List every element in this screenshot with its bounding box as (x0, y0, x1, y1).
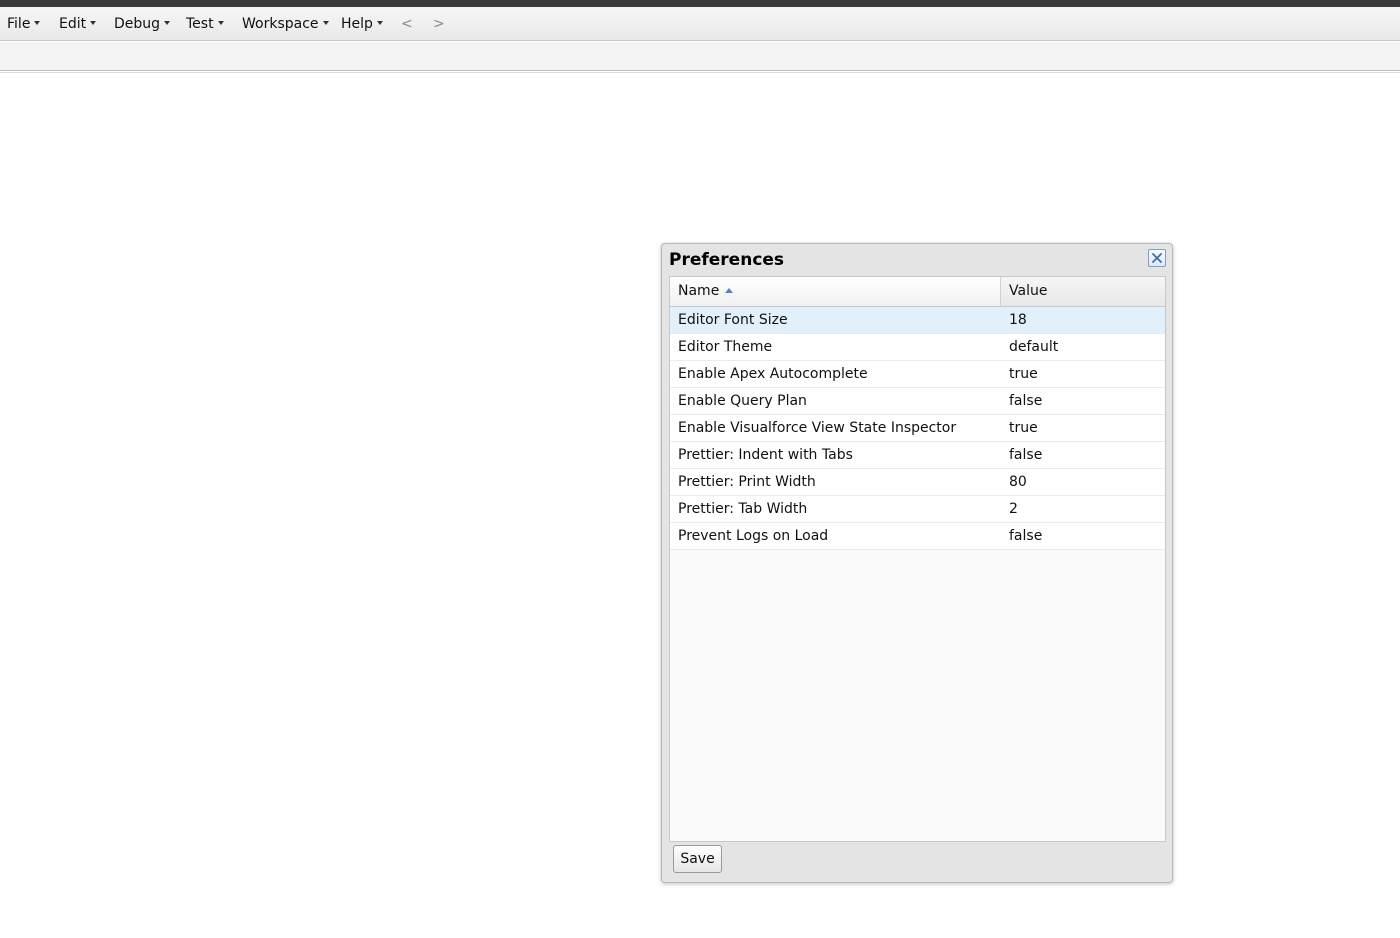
grid-header: Name Value (670, 277, 1165, 307)
menu-test-label: Test (186, 16, 214, 32)
row-value-cell[interactable]: 18 (1001, 307, 1165, 333)
forward-button[interactable]: > (433, 15, 445, 33)
caret-down-icon (217, 21, 224, 25)
menu-file-label: File (7, 16, 31, 32)
dialog-title: Preferences (669, 250, 785, 270)
table-row[interactable]: Editor Theme default (670, 334, 1165, 361)
table-row[interactable]: Enable Query Plan false (670, 388, 1165, 415)
row-name-cell: Enable Query Plan (678, 393, 807, 409)
menu-bar: File Edit Debug Test Workspace Help < > (0, 7, 1400, 41)
table-row[interactable]: Prettier: Tab Width 2 (670, 496, 1165, 523)
row-name-cell: Prevent Logs on Load (678, 528, 829, 544)
preferences-dialog: Preferences Name Value Editor Font Size … (661, 243, 1173, 883)
row-name-cell: Prettier: Tab Width (678, 501, 808, 517)
row-value-cell[interactable]: true (1001, 361, 1165, 387)
table-row[interactable]: Prettier: Print Width 80 (670, 469, 1165, 496)
row-value-cell[interactable]: true (1001, 415, 1165, 441)
toolbar (0, 42, 1400, 71)
table-row[interactable]: Enable Visualforce View State Inspector … (670, 415, 1165, 442)
row-name-cell: Editor Theme (678, 339, 773, 355)
menu-workspace[interactable]: Workspace (242, 15, 329, 33)
menu-workspace-label: Workspace (242, 16, 319, 32)
menu-edit[interactable]: Edit (59, 15, 97, 33)
toolbar-divider (0, 72, 1400, 73)
column-header-name-label: Name (678, 283, 720, 299)
menu-help-label: Help (341, 16, 373, 32)
row-name-cell: Prettier: Indent with Tabs (678, 447, 853, 463)
column-header-value[interactable]: Value (1001, 277, 1165, 306)
close-button[interactable] (1148, 249, 1166, 267)
row-value-cell[interactable]: 80 (1001, 469, 1165, 495)
menu-file[interactable]: File (7, 15, 41, 33)
table-row[interactable]: Editor Font Size 18 (670, 307, 1165, 334)
caret-down-icon (376, 21, 383, 25)
close-icon (1152, 253, 1162, 263)
row-value-cell[interactable]: default (1001, 334, 1165, 360)
window-top-edge (0, 0, 1400, 7)
caret-down-icon (90, 21, 97, 25)
caret-down-icon (34, 21, 41, 25)
row-name-cell: Prettier: Print Width (678, 474, 816, 490)
menu-edit-label: Edit (59, 16, 87, 32)
table-row[interactable]: Enable Apex Autocomplete true (670, 361, 1165, 388)
caret-down-icon (164, 21, 171, 25)
row-value-cell[interactable]: 2 (1001, 496, 1165, 522)
row-value-cell[interactable]: false (1001, 523, 1165, 549)
menu-help[interactable]: Help (341, 15, 383, 33)
row-name-cell: Enable Visualforce View State Inspector (678, 420, 957, 436)
save-button[interactable]: Save (673, 845, 722, 873)
menu-debug-label: Debug (114, 16, 161, 32)
row-name-cell: Editor Font Size (678, 312, 788, 328)
table-row[interactable]: Prettier: Indent with Tabs false (670, 442, 1165, 469)
sort-ascending-icon (725, 287, 734, 293)
caret-down-icon (322, 21, 329, 25)
dialog-footer: Save (669, 843, 1166, 877)
menu-debug[interactable]: Debug (114, 15, 171, 33)
row-value-cell[interactable]: false (1001, 388, 1165, 414)
row-name-cell: Enable Apex Autocomplete (678, 366, 868, 382)
grid-rows: Editor Font Size 18 Editor Theme default… (670, 307, 1165, 550)
column-header-name[interactable]: Name (670, 277, 1001, 306)
menu-test[interactable]: Test (186, 15, 224, 33)
row-value-cell[interactable]: false (1001, 442, 1165, 468)
back-button[interactable]: < (401, 15, 413, 33)
preferences-grid: Name Value Editor Font Size 18 Editor Th… (669, 276, 1166, 842)
table-row[interactable]: Prevent Logs on Load false (670, 523, 1165, 550)
